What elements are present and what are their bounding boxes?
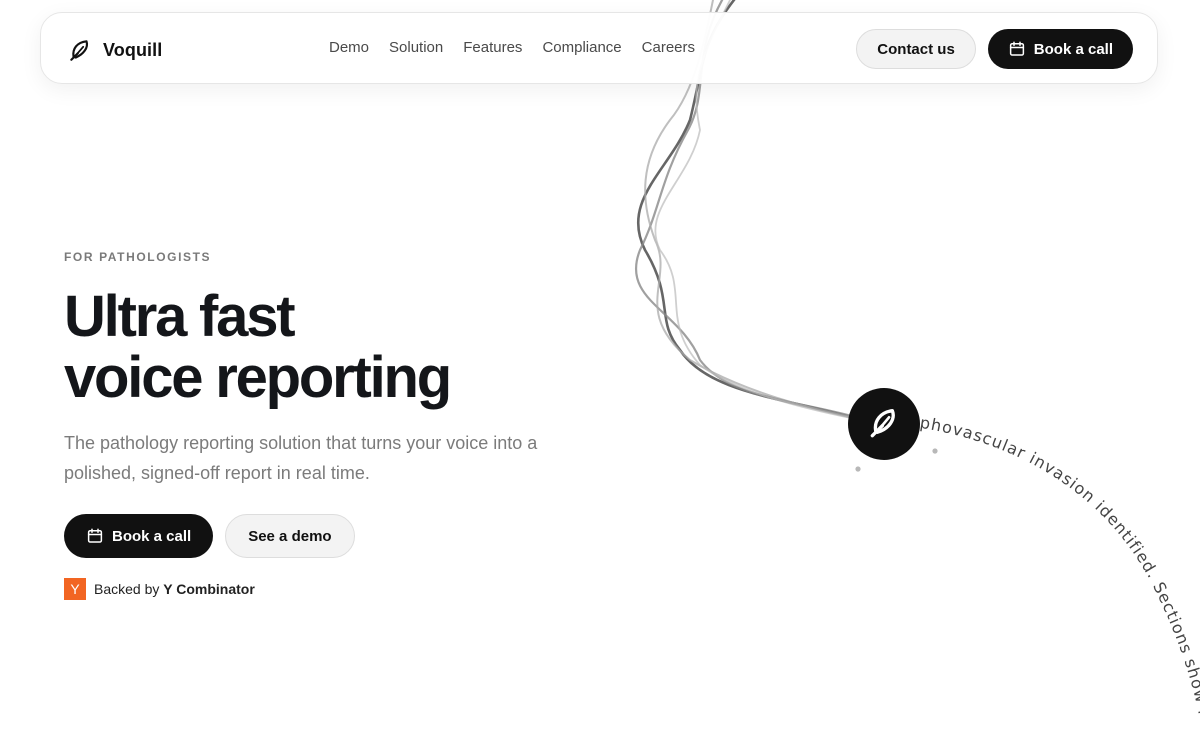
nav-link-demo[interactable]: Demo <box>329 39 369 56</box>
book-call-button-hero[interactable]: Book a call <box>64 514 214 558</box>
y-combinator-logo: Y <box>64 578 86 600</box>
hero-headline: Ultra fast voice reporting <box>64 286 624 408</box>
contact-us-button[interactable]: Contact us <box>856 29 976 69</box>
pen-badge <box>848 388 920 460</box>
calendar-icon <box>87 528 103 543</box>
book-call-label: Book a call <box>112 527 192 545</box>
contact-us-label: Contact us <box>877 40 955 58</box>
dot-marker <box>932 448 938 454</box>
calendar-icon <box>1009 41 1024 56</box>
brand[interactable]: Voquill <box>67 37 162 63</box>
feather-pen-icon <box>70 40 89 61</box>
nav-link-solution[interactable]: Solution <box>389 39 443 56</box>
backed-by-name: Y Combinator <box>163 581 255 597</box>
see-demo-button[interactable]: See a demo <box>225 514 355 558</box>
hero-cta-row: Book a call See a demo <box>64 514 624 558</box>
hero-eyebrow: FOR PATHOLOGISTS <box>64 250 212 264</box>
feather-pen-icon <box>870 409 895 438</box>
backed-by: Y Backed by Y Combinator <box>64 578 624 600</box>
nav-link-compliance[interactable]: Compliance <box>542 39 621 56</box>
book-call-label: Book a call <box>1033 40 1113 58</box>
book-call-button-nav[interactable]: Book a call <box>987 29 1133 69</box>
backed-prefix: Backed by <box>94 581 164 597</box>
hero-section: FOR PATHOLOGISTS Ultra fast voice report… <box>64 250 624 600</box>
nav-link-features[interactable]: Features <box>463 39 522 56</box>
backed-by-text: Backed by Y Combinator <box>94 581 255 597</box>
nav-link-careers[interactable]: Careers <box>642 39 695 56</box>
hero-subtitle: The pathology reporting solution that tu… <box>64 433 538 483</box>
nav-actions: Contact us Book a call <box>856 29 1133 69</box>
headline-line-2: voice reporting <box>64 345 452 410</box>
brand-name: Voquill <box>103 39 163 60</box>
see-demo-label: See a demo <box>248 527 332 545</box>
top-navbar: Voquill Demo Solution Features Complianc… <box>40 12 1158 84</box>
dot-marker <box>855 466 861 472</box>
headline-line-1: Ultra fast <box>64 284 296 349</box>
nav-links: Demo Solution Features Compliance Career… <box>329 39 695 56</box>
